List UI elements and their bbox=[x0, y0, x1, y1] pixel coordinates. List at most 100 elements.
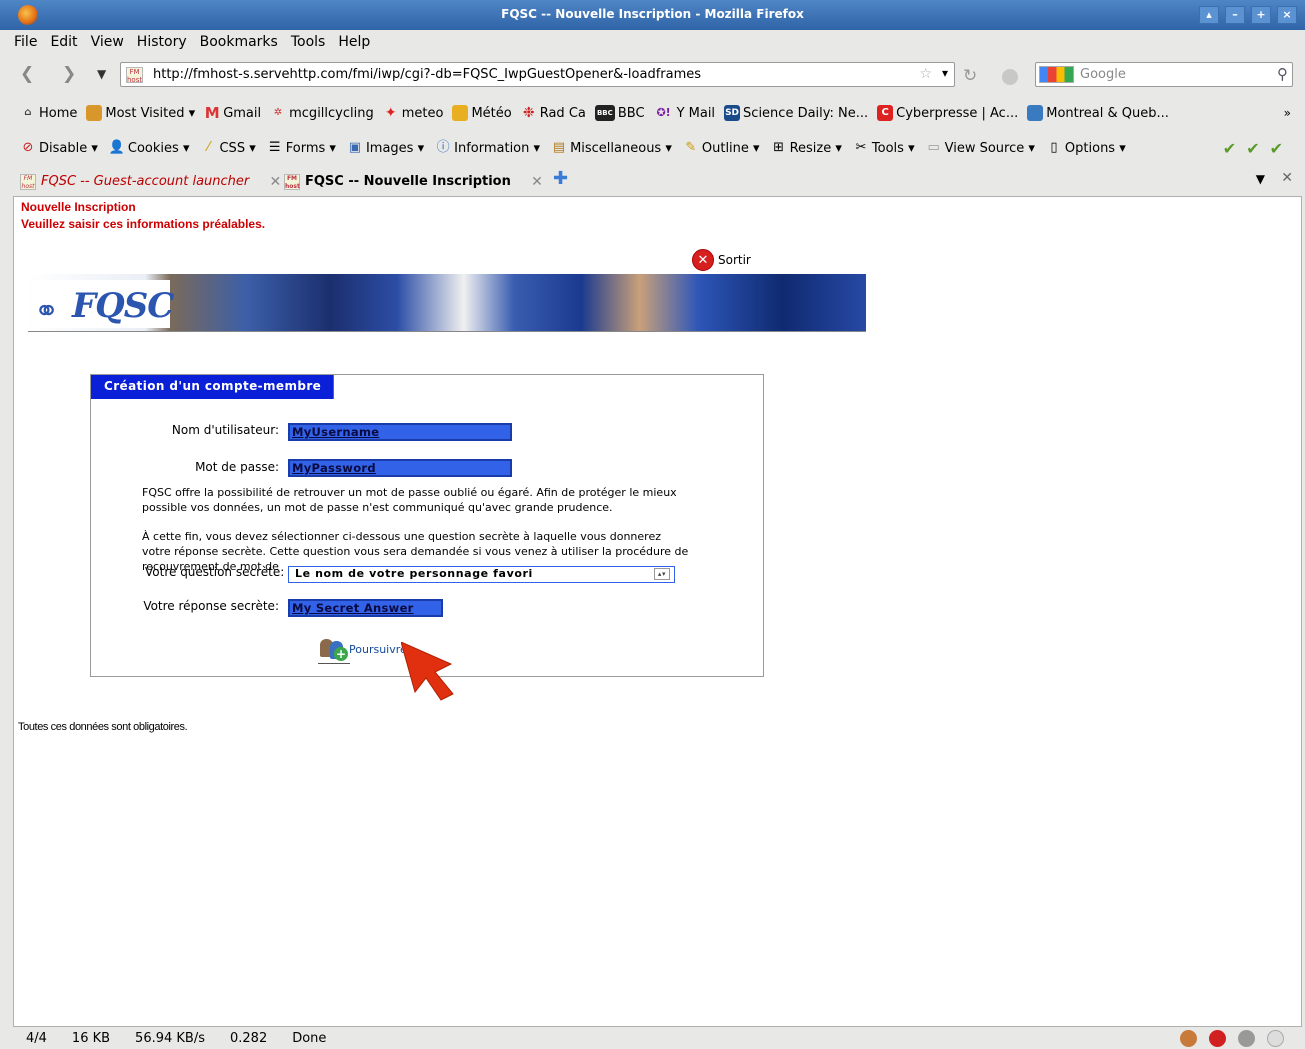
reload-icon[interactable]: ↻ bbox=[963, 66, 977, 86]
window-controls: ▴ – + × bbox=[1199, 6, 1297, 24]
miscellaneous-icon: ▤ bbox=[552, 140, 566, 155]
username-label: Nom d'utilisateur: bbox=[171, 423, 279, 437]
menu-tools[interactable]: Tools bbox=[291, 34, 326, 50]
webdev-resize[interactable]: ⊞ Resize ▾ bbox=[771, 140, 842, 156]
password-recovery-info: FQSC offre la possibilité de retrouver u… bbox=[142, 486, 677, 514]
search-bar[interactable]: Google ⚲ bbox=[1035, 62, 1293, 87]
menu-history[interactable]: History bbox=[137, 34, 187, 50]
menu-view[interactable]: View bbox=[91, 34, 124, 50]
bookmark-science-daily[interactable]: SD Science Daily: Ne... bbox=[724, 105, 868, 121]
password-label: Mot de passe: bbox=[195, 460, 279, 474]
webdev-information[interactable]: ⓘ Information ▾ bbox=[435, 140, 540, 156]
cookies-icon: 👤 bbox=[108, 140, 126, 155]
bbc-icon: BBC bbox=[594, 105, 615, 121]
url-text[interactable]: http://fmhost-s.servehttp.com/fmi/iwp/cg… bbox=[153, 67, 701, 82]
webdev-options[interactable]: ▯ Options ▾ bbox=[1046, 140, 1125, 156]
question-label: Votre question secrète: bbox=[145, 565, 285, 579]
history-dropdown-icon[interactable]: ▼ bbox=[97, 67, 106, 81]
page-size: 16 KB bbox=[71, 1031, 111, 1046]
check-icon[interactable]: ✔ bbox=[1223, 139, 1246, 158]
home-icon: ⌂ bbox=[24, 107, 32, 118]
fqsc-banner: ⚭ FQSC bbox=[28, 274, 866, 332]
bookmark-montreal[interactable]: Montreal & Queb... bbox=[1027, 105, 1169, 121]
sortir-link[interactable]: ✕ Sortir bbox=[692, 249, 751, 271]
validation-checkmarks: ✔✔✔ bbox=[1223, 139, 1293, 158]
bookmark-bbc[interactable]: BBC BBC bbox=[594, 105, 645, 121]
webdev-cookies[interactable]: 👤 Cookies ▾ bbox=[109, 140, 190, 156]
close-tabs-icon[interactable]: ✕ bbox=[1281, 170, 1293, 186]
tab-guest-account-launcher[interactable]: FM host FQSC -- Guest-account launcher ✕ bbox=[20, 169, 281, 195]
bookmark-y-mail[interactable]: ✪! Y Mail bbox=[654, 105, 715, 121]
add-user-icon: + bbox=[318, 637, 348, 661]
tab-nouvelle-inscription[interactable]: FM host FQSC -- Nouvelle Inscription ✕ bbox=[284, 169, 543, 195]
username-field[interactable]: MyUsername bbox=[288, 423, 512, 441]
webdev-tools[interactable]: ✂ Tools ▾ bbox=[853, 140, 914, 156]
view-source-icon: ▭ bbox=[927, 140, 940, 155]
cyclist-icon: ⚭ bbox=[34, 294, 60, 329]
password-field[interactable]: MyPassword bbox=[288, 459, 512, 477]
webdev-disable[interactable]: ⊘ Disable ▾ bbox=[20, 140, 98, 156]
menu-edit[interactable]: Edit bbox=[50, 34, 77, 50]
close-tab-icon[interactable]: ✕ bbox=[270, 169, 282, 195]
webdev-outline[interactable]: ✎ Outline ▾ bbox=[683, 140, 759, 156]
close-tab-icon[interactable]: ✕ bbox=[531, 169, 543, 195]
page-heading: Nouvelle Inscription bbox=[21, 200, 136, 214]
bookmark-most-visited[interactable]: Most Visited ▾ bbox=[86, 105, 195, 121]
bookmark-gmail[interactable]: M Gmail bbox=[204, 105, 261, 121]
bookmarks-overflow-icon[interactable]: » bbox=[1284, 106, 1291, 120]
bookmark-meteo-2[interactable]: Météo bbox=[452, 105, 512, 121]
title-bar: FQSC -- Nouvelle Inscription - Mozilla F… bbox=[0, 0, 1305, 30]
close-window-icon[interactable]: × bbox=[1277, 6, 1297, 24]
firebug-icon[interactable] bbox=[1238, 1030, 1255, 1047]
menu-help[interactable]: Help bbox=[338, 34, 370, 50]
search-icon[interactable]: ⚲ bbox=[1277, 65, 1288, 83]
disable-icon: ⊘ bbox=[22, 140, 34, 155]
exit-icon: ✕ bbox=[692, 249, 714, 271]
menu-file[interactable]: File bbox=[14, 34, 37, 50]
stop-icon[interactable] bbox=[1002, 69, 1018, 85]
back-arrow-icon[interactable]: ❮ bbox=[20, 64, 34, 84]
webdev-forms[interactable]: ☰ Forms ▾ bbox=[267, 140, 336, 156]
bookmark-star-icon[interactable]: ☆ bbox=[919, 66, 932, 82]
tab-list-dropdown-icon[interactable]: ▼ bbox=[1256, 172, 1265, 186]
bookmark-mcgillcycling[interactable]: ✲ mcgillcycling bbox=[270, 105, 374, 121]
form-title: Création d'un compte-membre bbox=[91, 375, 334, 399]
adblock-icon[interactable] bbox=[1209, 1030, 1226, 1047]
search-input[interactable]: Google bbox=[1080, 67, 1126, 82]
minimize-window-icon[interactable]: – bbox=[1225, 6, 1245, 24]
addon-status-icon[interactable] bbox=[1180, 1030, 1197, 1047]
url-bar[interactable]: FM host http://fmhost-s.servehttp.com/fmi… bbox=[120, 62, 955, 87]
check-icon[interactable]: ✔ bbox=[1270, 139, 1293, 158]
bookmark-cyberpresse[interactable]: C Cyberpresse | Ac... bbox=[877, 105, 1018, 121]
secret-question-select[interactable]: Le nom de votre personnage favori ▴▾ bbox=[288, 566, 675, 583]
bookmark-meteo[interactable]: ✦ meteo bbox=[383, 105, 444, 121]
weather-icon bbox=[452, 105, 469, 121]
url-dropdown-icon[interactable]: ▾ bbox=[942, 66, 948, 80]
status-icons bbox=[1180, 1030, 1284, 1047]
montreal-icon bbox=[1027, 105, 1044, 121]
secret-answer-field[interactable]: My Secret Answer bbox=[288, 599, 443, 617]
shade-window-icon[interactable]: ▴ bbox=[1199, 6, 1219, 24]
check-icon[interactable]: ✔ bbox=[1246, 139, 1269, 158]
bookmark-home[interactable]: ⌂ Home bbox=[20, 105, 77, 121]
page-content: Nouvelle Inscription Veuillez saisir ces… bbox=[13, 196, 1302, 1027]
new-tab-icon[interactable]: ✚ bbox=[553, 168, 568, 189]
webdev-miscellaneous[interactable]: ▤ Miscellaneous ▾ bbox=[551, 140, 672, 156]
search-engine-icon[interactable] bbox=[1039, 66, 1074, 83]
forward-arrow-icon[interactable]: ❯ bbox=[62, 64, 76, 84]
menu-bookmarks[interactable]: Bookmarks bbox=[200, 34, 278, 50]
webdev-view-source[interactable]: ▭ View Source ▾ bbox=[926, 140, 1034, 156]
required-note: Toutes ces données sont obligatoires. bbox=[18, 721, 188, 733]
webdev-css[interactable]: ⁄ CSS ▾ bbox=[200, 140, 255, 156]
options-icon: ▯ bbox=[1050, 140, 1058, 155]
maximize-window-icon[interactable]: + bbox=[1251, 6, 1271, 24]
maple-leaf-icon: ✦ bbox=[384, 105, 397, 121]
bookmark-rad-ca[interactable]: ❉ Rad Ca bbox=[521, 105, 586, 121]
webdev-images[interactable]: ▣ Images ▾ bbox=[347, 140, 424, 156]
tab-favicon-icon: FM host bbox=[20, 173, 36, 190]
timer-icon[interactable] bbox=[1267, 1030, 1284, 1047]
select-arrow-icon[interactable]: ▴▾ bbox=[654, 568, 670, 580]
poursuivre-button[interactable]: + Poursuivre bbox=[318, 637, 407, 664]
selected-question: Le nom de votre personnage favori bbox=[295, 567, 533, 580]
outline-pencil-icon: ✎ bbox=[685, 140, 697, 155]
